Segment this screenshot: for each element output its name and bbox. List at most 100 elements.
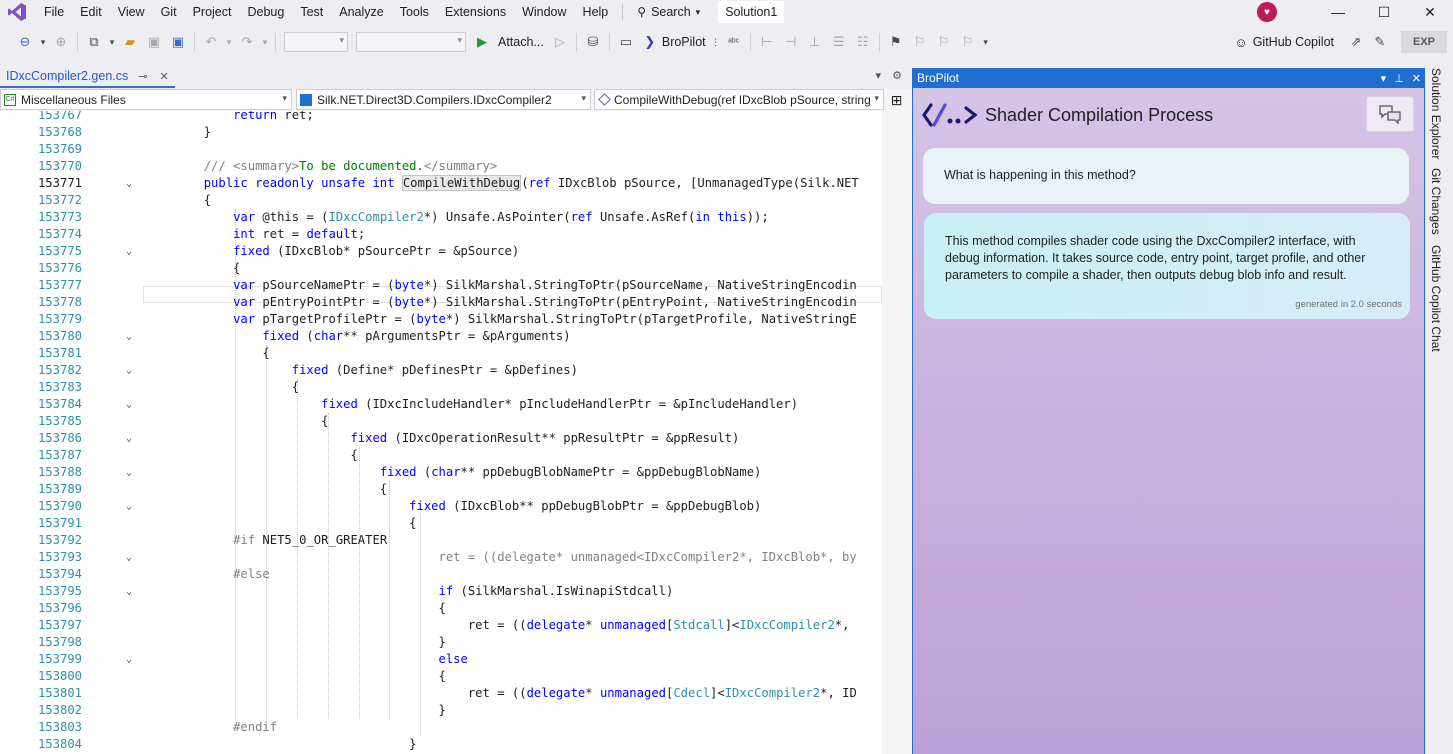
panel-pin-icon[interactable]: ⊥ <box>1394 72 1404 85</box>
panel-controls: ▾ ⊥ ✕ <box>1373 68 1421 88</box>
collapse-chevron-icon[interactable]: ⌄ <box>123 651 135 668</box>
attach-button[interactable]: Attach... <box>498 35 544 49</box>
platform-dropdown[interactable] <box>356 32 466 52</box>
collapse-chevron-icon[interactable]: ⌄ <box>123 396 135 413</box>
search-label: Search <box>651 5 691 19</box>
side-tab-git-changes[interactable]: Git Changes <box>1429 168 1443 235</box>
start-icon[interactable]: ▶ <box>471 31 493 53</box>
menu-item-file[interactable]: File <box>36 0 72 24</box>
hot-reload-icon[interactable]: ⛁ <box>582 31 604 53</box>
side-tab-github-copilot-chat[interactable]: GitHub Copilot Chat <box>1429 245 1443 352</box>
feedback-icon[interactable]: ✎ <box>1369 31 1391 53</box>
line-number: 153768 <box>37 125 82 139</box>
collapse-chevron-icon[interactable]: ⌄ <box>123 498 135 515</box>
step-out-icon[interactable]: ⊥ <box>804 31 826 53</box>
share-icon[interactable]: ⇗ <box>1345 31 1367 53</box>
collapse-chevron-icon[interactable]: ⌄ <box>123 362 135 379</box>
editor-vertical-scrollbar[interactable] <box>882 111 912 754</box>
panel-close-icon[interactable]: ✕ <box>1412 72 1421 85</box>
maximize-button[interactable]: ☐ <box>1361 0 1407 24</box>
visual-studio-logo-icon[interactable] <box>6 1 28 23</box>
menu-item-view[interactable]: View <box>110 0 153 24</box>
side-tab-solution-explorer[interactable]: Solution Explorer <box>1429 68 1443 159</box>
save-all-icon[interactable]: ▣ <box>167 31 189 53</box>
new-project-icon[interactable]: ⧉ <box>83 31 105 53</box>
back-dropdown-icon[interactable]: ▾ <box>38 31 48 53</box>
collapse-chevron-icon[interactable]: ⌄ <box>123 583 135 600</box>
menu-item-window[interactable]: Window <box>514 0 574 24</box>
code-token: #endif <box>233 720 278 734</box>
collapse-chevron-icon[interactable]: ⌄ <box>123 175 135 192</box>
member-dropdown[interactable]: CompileWithDebug(ref IDxcBlob pSource, s… <box>594 89 884 110</box>
github-copilot-button[interactable]: ☺ GitHub Copilot <box>1234 35 1334 50</box>
tab-list-dropdown-icon[interactable]: ▾ <box>876 70 882 82</box>
menu-item-extensions[interactable]: Extensions <box>437 0 514 24</box>
new-chat-button[interactable] <box>1366 96 1414 132</box>
undo-dropdown-icon[interactable]: ▾ <box>224 31 234 53</box>
visual-studio-window: File Edit View Git Project Debug Test Analyze To… <box>0 0 1453 754</box>
code-token: byte <box>394 278 424 292</box>
toolbar-separator <box>194 33 195 51</box>
previous-bookmark-icon[interactable]: ⚐ <box>909 31 931 53</box>
panel-dropdown-icon[interactable]: ▾ <box>1381 72 1387 85</box>
menu-item-edit[interactable]: Edit <box>72 0 110 24</box>
step-over-icon[interactable]: ⊣ <box>780 31 802 53</box>
menu-item-help[interactable]: Help <box>575 0 617 24</box>
uncomment-lines-icon[interactable]: ☷ <box>852 31 874 53</box>
account-avatar[interactable]: ♥ <box>1257 2 1277 22</box>
step-into-icon[interactable]: ⊢ <box>756 31 778 53</box>
menu-item-project[interactable]: Project <box>185 0 240 24</box>
menu-item-debug[interactable]: Debug <box>239 0 292 24</box>
next-bookmark-icon[interactable]: ⚐ <box>933 31 955 53</box>
open-folder-icon[interactable]: ▰ <box>119 31 141 53</box>
new-dropdown-icon[interactable]: ▾ <box>107 31 117 53</box>
code-text: #endif <box>145 719 277 736</box>
bropilot-icon[interactable]: ❯ <box>639 31 661 53</box>
collapse-chevron-icon[interactable]: ⌄ <box>123 464 135 481</box>
clear-bookmarks-icon[interactable]: ⚐ <box>957 31 979 53</box>
menu-item-git[interactable]: Git <box>153 0 185 24</box>
line-number: 153775 <box>37 244 82 258</box>
toolbar-overflow-icon[interactable]: ⋮ <box>711 31 721 53</box>
code-text: fixed (IDxcBlob** ppDebugBlobPtr = &ppDe… <box>145 498 761 515</box>
collapse-chevron-icon[interactable]: ⌄ <box>123 243 135 260</box>
redo-icon[interactable]: ↷ <box>236 31 258 53</box>
minimize-button[interactable]: — <box>1315 0 1361 24</box>
split-editor-icon[interactable]: ⊞ <box>884 89 909 111</box>
close-window-button[interactable]: ✕ <box>1407 0 1453 24</box>
settings-gear-icon[interactable]: ⚙ <box>892 70 902 82</box>
menu-item-test[interactable]: Test <box>292 0 331 24</box>
code-text: } <box>145 634 445 651</box>
menu-item-tools[interactable]: Tools <box>392 0 437 24</box>
configuration-dropdown[interactable] <box>284 32 348 52</box>
code-token: if <box>438 584 454 598</box>
title-controls: ♥ — ☐ ✕ <box>1257 0 1453 24</box>
toolbar-options-icon[interactable]: ▾ <box>981 31 991 53</box>
side-tool-tabs: Solution Explorer Git Changes GitHub Cop… <box>1425 62 1453 754</box>
bropilot-button[interactable]: BroPilot <box>662 35 706 49</box>
comment-lines-icon[interactable]: ☰ <box>828 31 850 53</box>
redo-dropdown-icon[interactable]: ▾ <box>260 31 270 53</box>
collapse-chevron-icon[interactable]: ⌄ <box>123 328 135 345</box>
pin-icon[interactable]: ⊸ <box>138 70 147 83</box>
bookmark-icon[interactable]: ⚑ <box>885 31 907 53</box>
line-number: 153777 <box>37 278 82 292</box>
search-box[interactable]: ⚲ Search ▾ <box>629 5 708 19</box>
project-dropdown[interactable]: C# Miscellaneous Files <box>0 89 292 110</box>
start-without-debugging-icon[interactable]: ▷ <box>549 31 571 53</box>
collapse-chevron-icon[interactable]: ⌄ <box>123 549 135 566</box>
close-tab-icon[interactable]: ✕ <box>159 70 168 83</box>
code-editor[interactable]: 153767 return ret; 153768 } 153769 153770 /… <box>0 111 882 754</box>
navigate-back-icon[interactable]: ⊖ <box>14 31 36 53</box>
navigate-forward-icon[interactable]: ⊕ <box>50 31 72 53</box>
collapse-chevron-icon[interactable]: ⌄ <box>123 430 135 447</box>
save-icon[interactable]: ▣ <box>143 31 165 53</box>
undo-icon[interactable]: ↶ <box>200 31 222 53</box>
document-tab-label: IDxcCompiler2.gen.cs <box>6 69 129 83</box>
class-dropdown[interactable]: Silk.NET.Direct3D.Compilers.IDxcCompiler… <box>296 89 591 110</box>
browser-link-icon[interactable]: ▭ <box>615 31 637 53</box>
document-tab[interactable]: IDxcCompiler2.gen.cs ⊸ ✕ <box>0 66 175 88</box>
menu-item-analyze[interactable]: Analyze <box>331 0 391 24</box>
spell-check-icon[interactable]: ᵃᵇᶜ <box>723 31 745 53</box>
